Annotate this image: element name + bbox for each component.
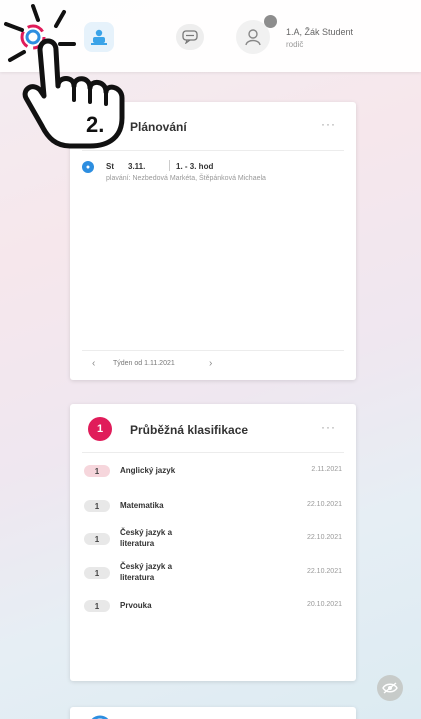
grades-card: 1 Průběžná klasifikace ··· 1 Anglický ja… bbox=[70, 404, 356, 681]
grade-value: 1 bbox=[84, 500, 110, 512]
event-separator bbox=[169, 160, 170, 171]
card-more-button[interactable]: ··· bbox=[321, 420, 336, 434]
week-label: Týden od 1.11.2021 bbox=[113, 360, 175, 367]
divider bbox=[82, 350, 344, 351]
event-date: 3.11. bbox=[128, 162, 146, 171]
grade-subject: Český jazyk a literatura bbox=[120, 562, 173, 582]
grade-date: 2.11.2021 bbox=[311, 466, 342, 473]
grade-date: 20.10.2021 bbox=[306, 601, 342, 608]
grade-date: 22.10.2021 bbox=[306, 568, 342, 575]
grade-row[interactable]: 1 Matematika 22.10.2021 bbox=[70, 500, 356, 524]
event-description[interactable]: plavání: Nezbedová Markéta, Štěpánková M… bbox=[106, 175, 266, 182]
hide-eye-icon[interactable] bbox=[377, 675, 403, 701]
event-bullet-icon: ● bbox=[82, 161, 94, 173]
grades-count-badge: 1 bbox=[88, 417, 112, 441]
event-hours: 1. - 3. hod bbox=[176, 162, 214, 171]
card-title: Průběžná klasifikace bbox=[130, 423, 249, 437]
notification-badge bbox=[264, 15, 277, 28]
week-next-button[interactable]: › bbox=[209, 358, 212, 369]
event-day: St bbox=[106, 162, 114, 171]
grade-row[interactable]: 1 Anglický jazyk 2.11.2021 bbox=[70, 465, 356, 489]
user-role: rodič bbox=[286, 40, 304, 49]
divider bbox=[82, 150, 344, 151]
tutorial-step-label: 2. bbox=[86, 112, 105, 137]
grade-subject: Matematika bbox=[120, 501, 164, 510]
grade-value: 1 bbox=[84, 465, 110, 477]
grade-date: 22.10.2021 bbox=[306, 534, 342, 541]
week-prev-button[interactable]: ‹ bbox=[92, 358, 95, 369]
grade-subject: Anglický jazyk bbox=[120, 466, 176, 475]
grade-row[interactable]: 1 Český jazyk a literatura 22.10.2021 bbox=[70, 527, 356, 551]
grade-row[interactable]: 1 Český jazyk a literatura 22.10.2021 bbox=[70, 561, 356, 585]
tutorial-hand-icon: 2. bbox=[0, 0, 150, 150]
next-card-badge-icon bbox=[92, 715, 108, 719]
messages-icon[interactable] bbox=[176, 24, 204, 50]
divider bbox=[82, 452, 344, 453]
grade-subject: Český jazyk a literatura bbox=[120, 528, 173, 548]
grade-value: 1 bbox=[84, 533, 110, 545]
next-card bbox=[70, 707, 356, 719]
user-name[interactable]: 1.A, Žák Student bbox=[286, 27, 353, 37]
grade-row[interactable]: 1 Prvouka 20.10.2021 bbox=[70, 600, 356, 624]
grade-value: 1 bbox=[84, 600, 110, 612]
grade-date: 22.10.2021 bbox=[306, 501, 342, 508]
grade-subject: Prvouka bbox=[120, 601, 152, 610]
grade-value: 1 bbox=[84, 567, 110, 579]
card-more-button[interactable]: ··· bbox=[321, 117, 336, 131]
